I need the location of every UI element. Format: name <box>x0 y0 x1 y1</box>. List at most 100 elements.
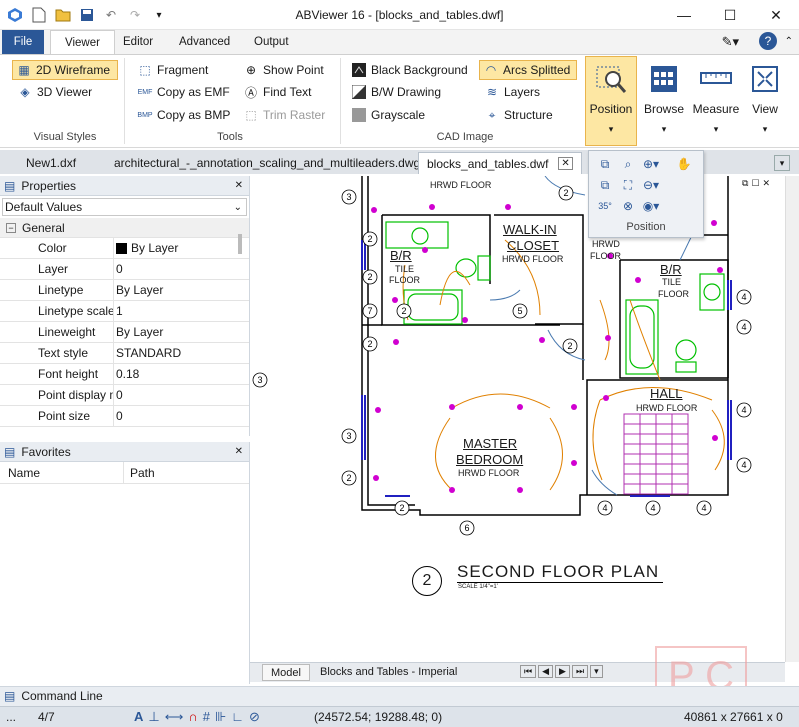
zoom-in-icon[interactable]: ⊕▾ <box>641 155 661 173</box>
title-bar: ↶ ↷ ▾ ABViewer 16 - [blocks_and_tables.d… <box>0 0 799 30</box>
bw-drawing-button[interactable]: B/W Drawing <box>348 82 444 102</box>
copy-emf-button[interactable]: EMF Copy as EMF <box>134 82 233 102</box>
general-section-header[interactable]: − General <box>0 218 249 238</box>
measure-button[interactable]: Measure ▾ <box>690 56 742 146</box>
layout-tab-model[interactable]: Model <box>262 664 310 681</box>
show-point-button[interactable]: ⊕ Show Point <box>240 60 327 80</box>
doc-tab-blocks-and-tables[interactable]: blocks_and_tables.dwf ✕ <box>418 152 582 174</box>
minimize-icon[interactable]: — <box>661 0 707 30</box>
collapse-icon[interactable]: − <box>6 222 16 233</box>
copy-bmp-button[interactable]: BMP Copy as BMP <box>134 105 233 125</box>
maximize-icon[interactable]: ☐ <box>707 0 753 30</box>
property-value[interactable]: 0.18 <box>114 364 249 384</box>
zoom-real-icon[interactable]: ◉▾ <box>641 197 661 215</box>
tab-advanced[interactable]: Advanced <box>165 30 244 54</box>
arcs-splitted-button[interactable]: ◠ Arcs Splitted <box>479 60 577 80</box>
property-value[interactable]: 0 <box>114 406 249 426</box>
close-icon[interactable]: ✕ <box>763 178 771 189</box>
property-row[interactable]: Linetype scale 1 <box>0 301 249 322</box>
command-line-panel: ▤ Command Line <box>0 686 799 706</box>
tab-file[interactable]: File <box>2 30 44 54</box>
close-icon[interactable]: ✕ <box>753 0 799 30</box>
dimension-icon[interactable]: ⟷ <box>165 709 184 725</box>
properties-scrollbar[interactable] <box>238 234 242 254</box>
layers-button[interactable]: ≋ Layers <box>481 82 543 102</box>
svg-text:4: 4 <box>741 460 746 470</box>
property-value[interactable]: 0 <box>114 385 249 405</box>
first-layout-icon[interactable]: ⏮ <box>520 665 537 678</box>
canvas-vertical-scrollbar[interactable] <box>785 176 799 662</box>
fit-to-window-icon[interactable]: ⛶ <box>618 176 638 194</box>
pan-hand-icon[interactable]: ✋ <box>674 155 694 173</box>
align-icon[interactable]: ⊥ <box>148 709 159 725</box>
close-panel-icon[interactable]: ✕ <box>235 180 243 191</box>
crosshair-icon: ⊕ <box>245 63 257 77</box>
zoom-rect-icon[interactable]: ⌕ <box>618 155 638 173</box>
view-button[interactable]: View ▾ <box>744 56 786 146</box>
rotate-icon[interactable]: 35° <box>595 197 615 215</box>
property-value[interactable]: STANDARD <box>114 343 249 363</box>
status-menu-icon[interactable]: ... <box>6 710 16 724</box>
property-row[interactable]: Point display m0 <box>0 385 249 406</box>
next-layout-icon[interactable]: ▶ <box>555 665 570 678</box>
zoom-window-icon[interactable]: ⧉ <box>595 155 615 173</box>
restore-icon[interactable]: ⧉ <box>742 178 748 189</box>
property-value[interactable]: 1 <box>114 301 249 321</box>
svg-text:4: 4 <box>741 405 746 415</box>
find-text-button[interactable]: Ⓐ Find Text <box>240 82 314 102</box>
property-row[interactable]: Lineweight By Layer <box>0 322 249 343</box>
structure-button[interactable]: ⌖ Structure <box>481 105 556 125</box>
property-value[interactable]: By Layer <box>114 238 249 258</box>
ribbon-collapse-icon[interactable]: ⌃ <box>785 36 793 47</box>
last-layout-icon[interactable]: ⏭ <box>571 665 589 678</box>
column-name[interactable]: Name <box>0 462 124 483</box>
black-background-button[interactable]: Black Background <box>348 60 471 80</box>
text-snap-icon[interactable]: A <box>134 709 143 725</box>
close-tab-icon[interactable]: ✕ <box>558 157 573 170</box>
polar-icon[interactable]: ∟ <box>231 709 244 725</box>
layout-tab-blocks[interactable]: Blocks and Tables - Imperial <box>320 666 457 678</box>
column-path[interactable]: Path <box>124 462 155 483</box>
property-row[interactable]: Text style STANDARD <box>0 343 249 364</box>
help-icon[interactable]: ? <box>759 32 777 50</box>
zoom-previous-icon[interactable]: ⧉ <box>595 176 615 194</box>
fragment-button[interactable]: ⬚ Fragment <box>134 60 211 80</box>
zoom-out-icon[interactable]: ⊖▾ <box>641 176 661 194</box>
tab-viewer[interactable]: Viewer <box>50 30 115 55</box>
viewer-3d-button[interactable]: ◈ 3D Viewer <box>14 82 95 102</box>
magnet-snap-icon[interactable]: ∩ <box>188 709 197 725</box>
position-button[interactable]: Position ▾ <box>585 56 637 146</box>
property-row[interactable]: Linetype By Layer <box>0 280 249 301</box>
tab-editor[interactable]: Editor <box>109 30 167 54</box>
property-row[interactable]: Color By Layer <box>0 238 249 259</box>
wireframe-2d-button[interactable]: ▦ 2D Wireframe <box>12 60 118 80</box>
prev-layout-icon[interactable]: ◀ <box>538 665 554 678</box>
property-row[interactable]: Font height 0.18 <box>0 364 249 385</box>
ortho-icon[interactable]: ⊪ <box>215 709 226 725</box>
doc-tab-new1[interactable]: New1.dxf <box>18 152 84 174</box>
style-brush-icon[interactable]: ✎▾ <box>722 34 739 50</box>
property-row[interactable]: Point size 0 <box>0 406 249 427</box>
property-value[interactable]: By Layer <box>114 322 249 342</box>
drawing-canvas[interactable]: 3 2 2 7 2 3 3 2 2 6 2 5 2 2 4 4 4 4 4 4 … <box>250 176 785 662</box>
zoom-extents-icon[interactable]: ⊗ <box>618 197 638 215</box>
properties-header: ▤ Properties ✕ <box>0 176 249 196</box>
grayscale-button[interactable]: Grayscale <box>348 105 428 125</box>
property-value[interactable]: 0 <box>114 259 249 279</box>
favorites-panel: ▤ Favorites ✕ Name Path <box>0 442 250 684</box>
tab-list-icon[interactable]: ▾ <box>774 155 790 171</box>
property-row[interactable]: Layer 0 <box>0 259 249 280</box>
close-panel-icon[interactable]: ✕ <box>235 446 243 457</box>
layout-list-icon[interactable]: ▾ <box>590 665 603 678</box>
tab-output[interactable]: Output <box>240 30 303 54</box>
property-name: Point size <box>0 406 114 426</box>
tracking-icon[interactable]: ⊘ <box>249 709 260 725</box>
properties-dropdown[interactable]: Default Values ⌄ <box>2 198 247 216</box>
property-grid: Color By Layer Layer 0 Linetype By Layer Linet… <box>0 238 249 427</box>
doc-tab-architectural[interactable]: architectural_-_annotation_scaling_and_m… <box>106 152 428 174</box>
grid-icon[interactable]: # <box>203 709 210 725</box>
property-value[interactable]: By Layer <box>114 280 249 300</box>
browse-button[interactable]: Browse ▾ <box>638 56 690 146</box>
maximize-icon[interactable]: ☐ <box>751 178 759 189</box>
trim-raster-button[interactable]: ⬚ Trim Raster <box>240 105 328 125</box>
